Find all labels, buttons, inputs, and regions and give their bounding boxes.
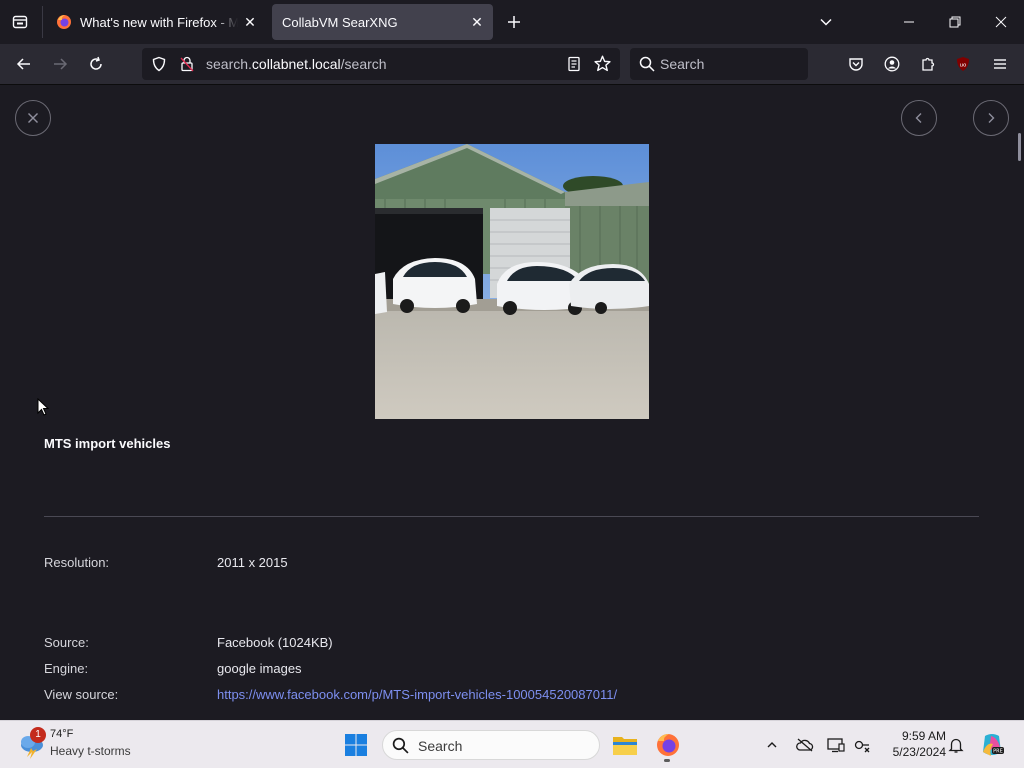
view-source-label: View source:	[44, 687, 119, 702]
engine-label: Engine:	[44, 661, 89, 676]
clock-time: 9:59 AM	[901, 729, 946, 743]
result-image[interactable]	[375, 144, 649, 419]
notifications-bell-icon[interactable]	[946, 735, 966, 755]
weather-badge: 1	[30, 727, 46, 743]
firefox-taskbar-icon[interactable]	[652, 729, 684, 762]
chevron-right-icon	[988, 113, 995, 123]
forward-arrow-icon[interactable]	[45, 49, 75, 79]
clock-date: 5/23/2024	[892, 745, 946, 759]
firefox-view-icon[interactable]	[4, 6, 36, 38]
taskbar-search-placeholder: Search	[418, 738, 463, 754]
onedrive-offline-icon[interactable]	[795, 735, 815, 755]
url-host: collabnet.local	[251, 56, 341, 72]
url-path: /search	[340, 56, 387, 72]
taskbar-search[interactable]: Search	[382, 730, 600, 760]
image-title: MTS import vehicles	[44, 436, 171, 451]
search-bar[interactable]: Search	[630, 48, 808, 80]
tab-title: What's new with Firefox - More	[80, 14, 238, 30]
next-image-button[interactable]	[973, 100, 1009, 136]
close-detail-button[interactable]	[15, 100, 51, 136]
navigation-toolbar: search.collabnet.local/search Search uo	[0, 44, 1024, 85]
divider	[44, 516, 979, 517]
search-icon	[392, 737, 409, 759]
close-icon	[28, 113, 38, 123]
tab-title: CollabVM SearXNG	[282, 14, 398, 30]
view-source-link[interactable]: https://www.facebook.com/p/MTS-import-ve…	[217, 687, 617, 702]
resolution-label: Resolution:	[44, 555, 110, 570]
windows-start-icon[interactable]	[340, 729, 372, 761]
close-tab-icon[interactable]: ✕	[238, 10, 262, 34]
copilot-icon[interactable]: PRE	[976, 729, 1008, 761]
previous-image-button[interactable]	[901, 100, 937, 136]
extensions-puzzle-icon[interactable]	[913, 49, 943, 79]
address-bar[interactable]: search.collabnet.local/search	[142, 48, 620, 80]
minimize-icon[interactable]	[886, 0, 932, 44]
svg-text:uo: uo	[960, 63, 967, 69]
page-scrollbar[interactable]	[1018, 133, 1021, 161]
image-detail-panel: MTS import vehicles Resolution: 2011 x 2…	[0, 85, 1024, 720]
display-icon[interactable]	[826, 735, 846, 755]
engine-value: google images	[217, 661, 302, 676]
source-label: Source:	[44, 635, 89, 650]
back-arrow-icon[interactable]	[9, 49, 39, 79]
resolution-value: 2011 x 2015	[217, 555, 288, 570]
show-hidden-icons-chevron-icon[interactable]	[762, 735, 782, 755]
close-window-icon[interactable]	[978, 0, 1024, 44]
windows-taskbar: 1 74°F Heavy t-storms Search 9:59 AM 5/2…	[0, 720, 1024, 768]
running-indicator	[664, 759, 670, 762]
weather-temp: 74°F	[50, 728, 74, 740]
source-value: Facebook (1024KB)	[217, 635, 333, 650]
weather-widget[interactable]: 1 74°F Heavy t-storms	[16, 727, 166, 763]
system-clock[interactable]: 9:59 AM 5/23/2024	[880, 728, 946, 760]
hamburger-menu-icon[interactable]	[985, 49, 1015, 79]
close-tab-icon[interactable]: ✕	[465, 10, 489, 34]
reader-view-icon[interactable]	[566, 56, 582, 77]
search-icon	[639, 56, 655, 77]
file-explorer-icon[interactable]	[609, 729, 641, 761]
url-text[interactable]: search.collabnet.local/search	[206, 56, 387, 72]
pocket-icon[interactable]	[841, 49, 871, 79]
url-prefix: search.	[206, 56, 252, 72]
firefox-logo-icon	[56, 14, 72, 30]
tab-separator	[42, 6, 43, 38]
tab-collabvm-searxng[interactable]: CollabVM SearXNG ✕	[272, 4, 493, 40]
reload-icon[interactable]	[81, 49, 111, 79]
network-disconnected-icon[interactable]	[852, 735, 872, 755]
insecure-lock-icon[interactable]	[179, 56, 195, 77]
tracking-protection-shield-icon[interactable]	[151, 56, 167, 77]
account-icon[interactable]	[877, 49, 907, 79]
chevron-left-icon	[915, 113, 922, 123]
list-all-tabs-chevron-icon[interactable]	[812, 8, 840, 36]
ublock-origin-icon[interactable]: uo	[948, 49, 978, 79]
restore-icon[interactable]	[932, 0, 978, 44]
tab-strip: What's new with Firefox - More ✕ CollabV…	[0, 0, 1024, 44]
tab-whats-new[interactable]: What's new with Firefox - More ✕	[48, 4, 266, 40]
bookmark-star-icon[interactable]	[594, 55, 611, 77]
search-placeholder: Search	[660, 56, 705, 72]
mouse-pointer-icon	[37, 398, 49, 416]
new-tab-icon[interactable]	[500, 8, 528, 36]
weather-condition: Heavy t-storms	[50, 744, 131, 758]
svg-text:PRE: PRE	[993, 749, 1003, 755]
